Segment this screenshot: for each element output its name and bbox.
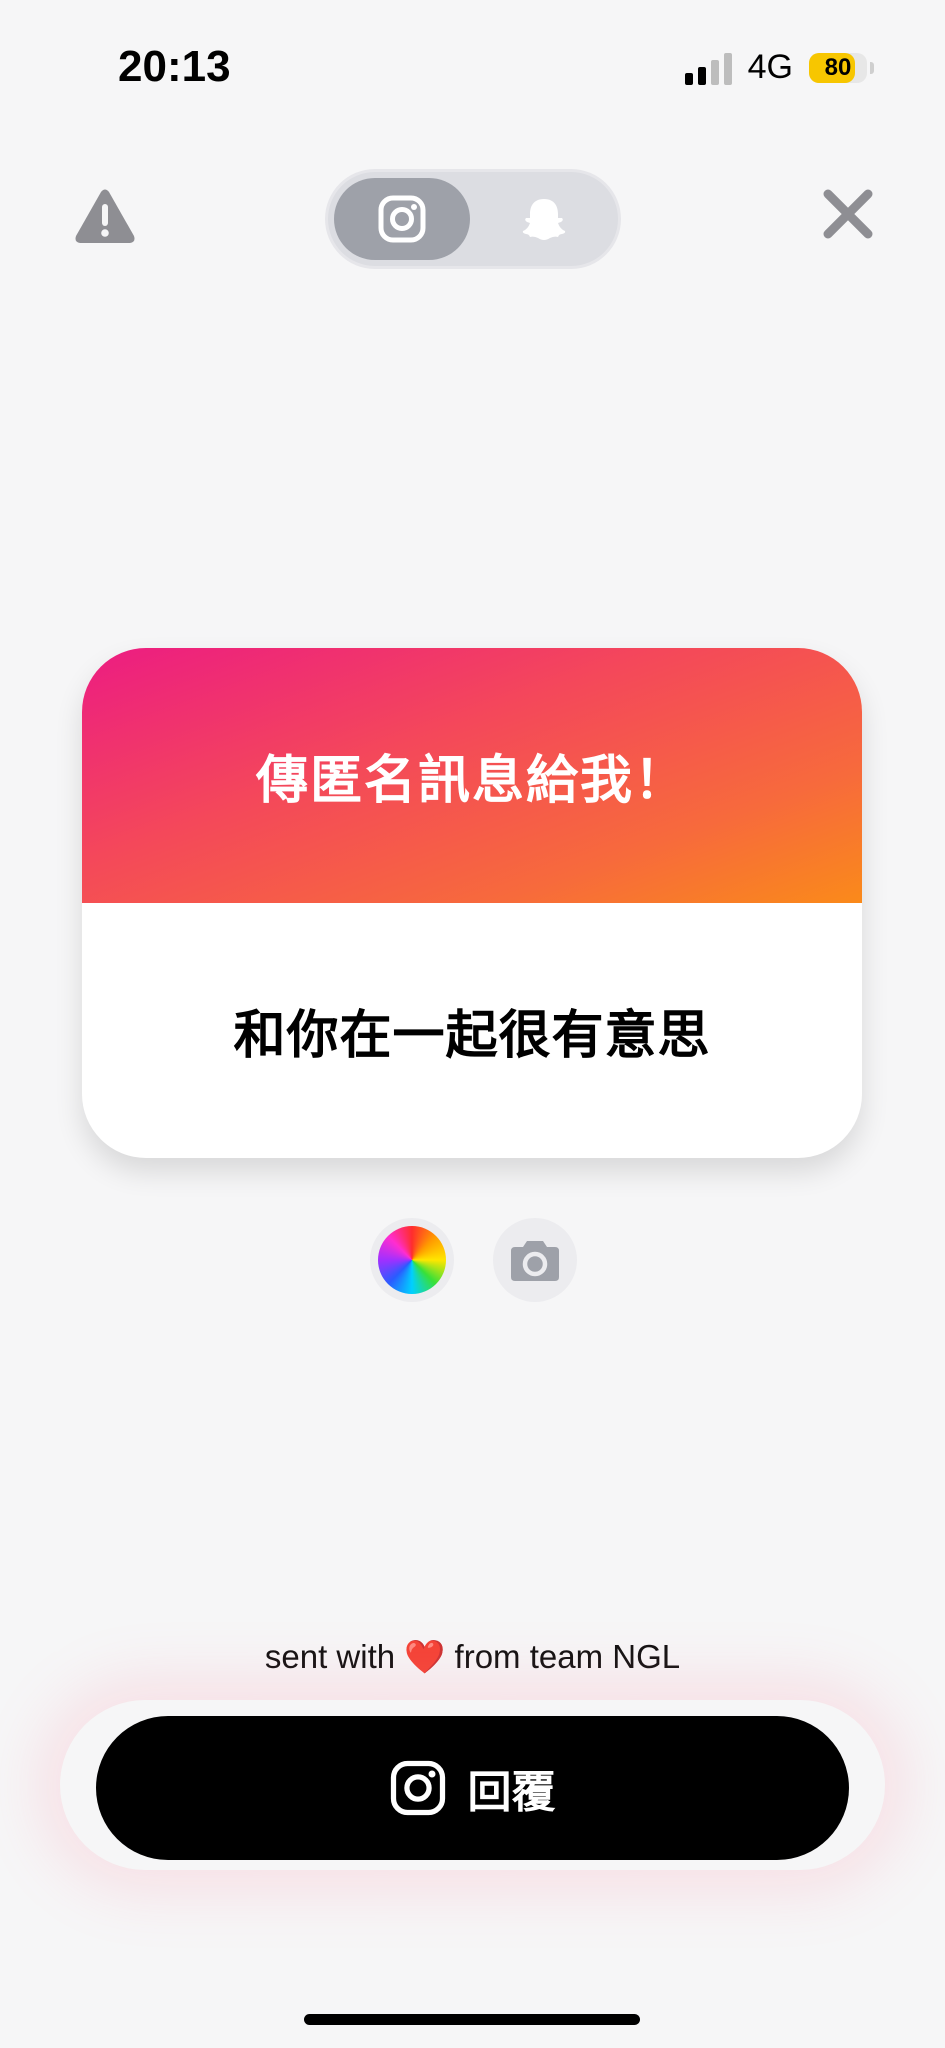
camera-icon (511, 1241, 559, 1281)
close-button[interactable] (820, 186, 876, 242)
card-message: 和你在一起很有意思 (233, 1007, 711, 1065)
card-body: 和你在一起很有意思 (82, 903, 862, 1158)
sent-suffix: from team NGL (454, 1638, 681, 1675)
instagram-icon (390, 1760, 445, 1816)
toggle-snapchat[interactable] (476, 178, 612, 260)
battery-icon: 80 (809, 52, 874, 83)
status-indicators: 4G 80 (684, 48, 874, 87)
platform-toggle (328, 172, 618, 266)
snapchat-ghost-icon (522, 199, 566, 240)
close-icon (823, 189, 873, 239)
battery-level: 80 (824, 53, 852, 81)
card-header: 傳匿名訊息給我！ (82, 648, 862, 903)
message-card: 傳匿名訊息給我！ 和你在一起很有意思 (82, 648, 862, 1158)
network-type: 4G (747, 48, 793, 86)
report-button[interactable] (74, 188, 136, 244)
color-wheel-icon (378, 1226, 446, 1294)
sent-prefix: sent with (264, 1638, 396, 1675)
color-picker-button[interactable] (370, 1218, 454, 1302)
signal-icon (684, 51, 732, 85)
home-indicator[interactable] (304, 2014, 640, 2025)
camera-button[interactable] (493, 1218, 577, 1302)
instagram-icon (378, 195, 426, 243)
reply-label: 回覆 (467, 1768, 556, 1817)
heart-icon: ❤️ (404, 1638, 446, 1675)
sent-with-footer: sent with ❤️ from team NGL (0, 1638, 945, 1677)
toggle-instagram[interactable] (334, 178, 470, 260)
warning-icon (75, 189, 135, 243)
card-title: 傳匿名訊息給我！ (255, 752, 688, 810)
screen: 20:13 4G 80 傳匿名訊息給我！ 和你在一起很有意思 sent with… (0, 0, 945, 2048)
status-time: 20:13 (118, 42, 231, 91)
reply-button[interactable]: 回覆 (96, 1716, 849, 1860)
